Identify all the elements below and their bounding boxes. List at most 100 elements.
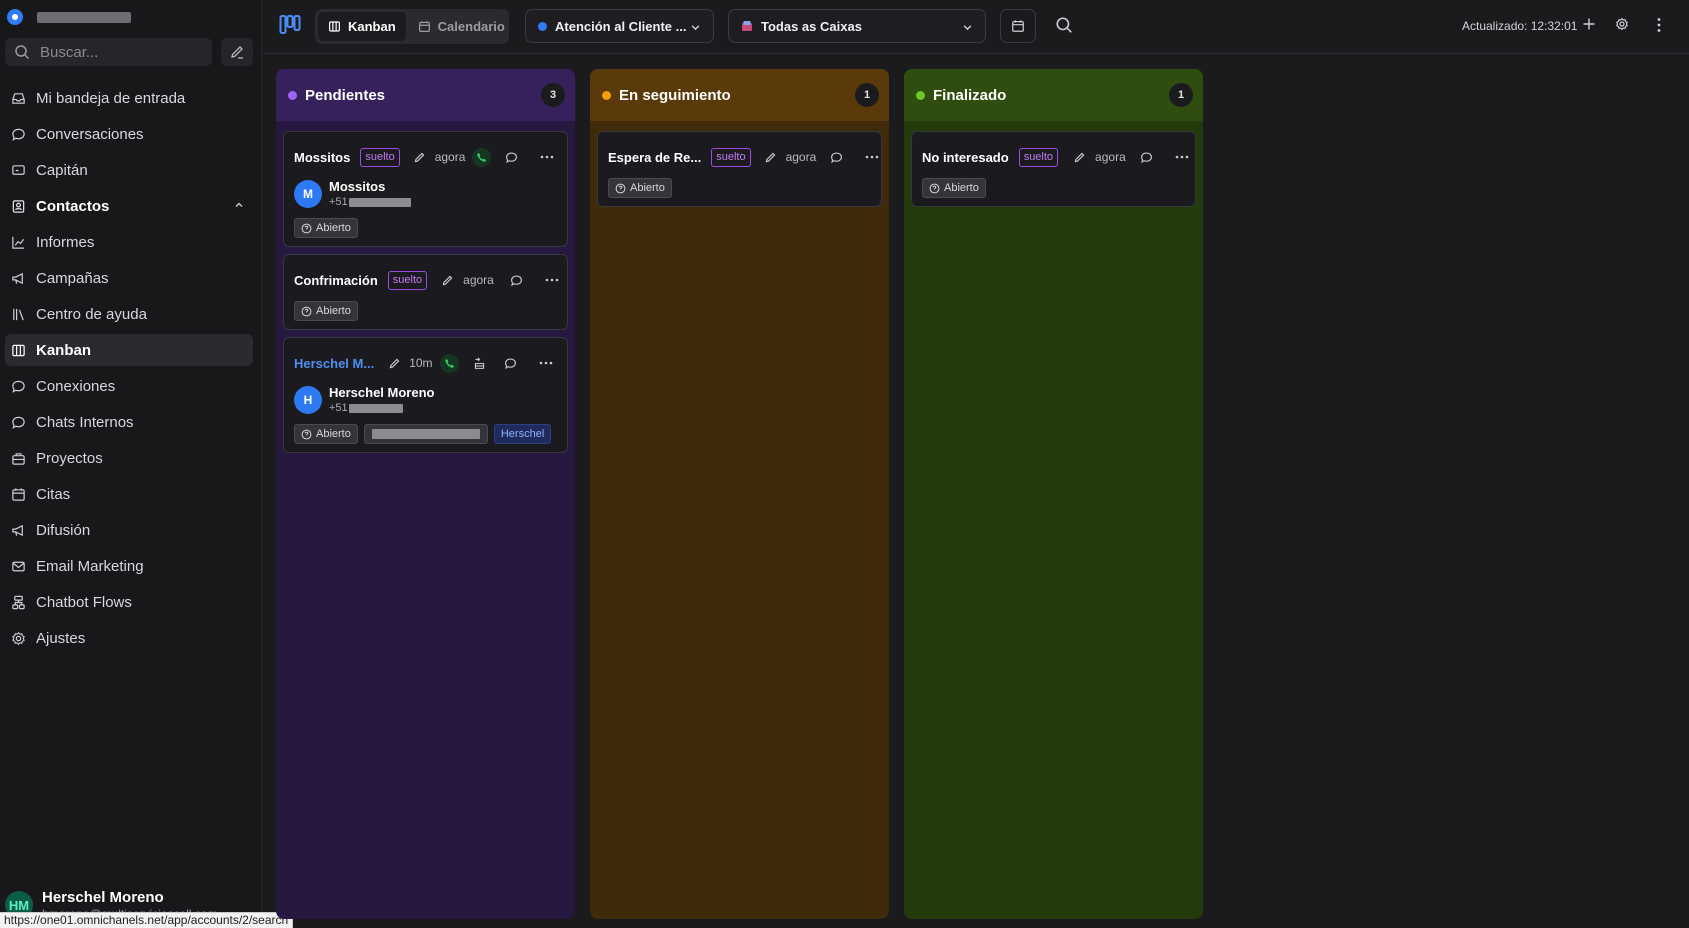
phone-redacted [348, 403, 403, 413]
card-time: 10m [409, 356, 433, 370]
pencil-icon[interactable] [388, 357, 401, 370]
kanban-card[interactable]: Espera de Re... suelto agora Abierto [597, 131, 882, 207]
sidebar-item-email-marketing[interactable]: Email Marketing [5, 550, 253, 582]
gear-icon[interactable] [1615, 17, 1629, 31]
last-updated-text: Actualizado: 12:32:01 [1462, 19, 1578, 33]
sidebar-item-help-center[interactable]: Centro de ayuda [5, 298, 253, 330]
inbox-icon [11, 91, 26, 106]
sidebar-item-label: Conexiones [36, 377, 116, 395]
chat-bubble-icon[interactable] [504, 357, 517, 370]
kanban-card[interactable]: Herschel M... 10m H Herschel Moreno +51 … [283, 337, 568, 453]
pencil-icon[interactable] [764, 151, 777, 164]
more-horizontal-icon[interactable] [539, 361, 553, 365]
search-icon[interactable] [1055, 16, 1073, 34]
more-horizontal-icon[interactable] [1175, 155, 1189, 159]
tag-badge[interactable]: suelto [1018, 147, 1059, 167]
phone-redacted [348, 197, 411, 207]
more-horizontal-icon[interactable] [865, 155, 879, 159]
compose-button[interactable] [221, 38, 253, 66]
column-header: Finalizado 1 [904, 69, 1203, 121]
chevron-up-icon[interactable] [234, 200, 244, 210]
sidebar-item-label: Mi bandeja de entrada [36, 89, 186, 107]
sidebar-item-captain[interactable]: Capitán [5, 154, 253, 186]
more-vertical-icon[interactable] [1656, 17, 1662, 33]
chat-bubble-icon[interactable] [1140, 151, 1153, 164]
search-box[interactable] [5, 38, 212, 66]
tag-badge[interactable]: suelto [711, 147, 751, 167]
sidebar-item-appointments[interactable]: Citas [5, 478, 253, 510]
contact-name: Herschel Moreno [329, 385, 435, 400]
sidebar-item-inbox[interactable]: Mi bandeja de entrada [5, 82, 253, 114]
search-input[interactable] [38, 42, 212, 62]
calendar-icon [418, 20, 431, 33]
sidebar-item-projects[interactable]: Proyectos [5, 442, 253, 474]
chat-bubble-icon[interactable] [510, 274, 523, 287]
account-switcher[interactable] [7, 8, 131, 26]
pencil-icon[interactable] [441, 274, 454, 287]
column-status-dot [916, 90, 925, 100]
phone-icon[interactable] [439, 353, 459, 373]
date-filter-button[interactable] [1000, 9, 1036, 43]
sidebar-item-internal-chats[interactable]: Chats Internos [5, 406, 253, 438]
card-header-row: Mossitos suelto agora [294, 146, 557, 168]
column-header: Pendientes 3 [276, 69, 575, 121]
inbox-select[interactable]: Todas as Caixas [728, 9, 986, 43]
card-badges: Abierto [294, 218, 358, 238]
card-title: Confrimación [294, 272, 378, 288]
sidebar-item-conversations[interactable]: Conversaciones [5, 118, 253, 150]
contact-name: Mossitos [329, 179, 386, 194]
broadcast-icon [11, 523, 26, 538]
chat-bubble-icon[interactable] [505, 151, 518, 164]
sidebar-item-label: Difusión [36, 521, 91, 539]
pencil-icon[interactable] [413, 151, 426, 164]
sidebar-item-contacts[interactable]: Contactos [5, 190, 253, 222]
sidebar-item-campaigns[interactable]: Campañas [5, 262, 253, 294]
topbar: Kanban Calendario Atención al Cliente ..… [262, 0, 1689, 54]
kanban-card[interactable]: No interesado suelto agora Abierto [911, 131, 1196, 207]
sidebar-item-connections[interactable]: Conexiones [5, 370, 253, 402]
avatar: M [294, 179, 322, 208]
kanban-card[interactable]: Mossitos suelto agora M Mossitos +51 Abi… [283, 131, 568, 247]
sidebar-item-reports[interactable]: Informes [5, 226, 253, 258]
card-time: agora [1095, 150, 1126, 164]
tag-badge[interactable]: suelto [360, 147, 400, 167]
tab-calendar[interactable]: Calendario [408, 12, 515, 41]
more-horizontal-icon[interactable] [545, 278, 559, 282]
pencil-icon[interactable] [1073, 151, 1086, 164]
sidebar-item-settings[interactable]: Ajustes [5, 622, 253, 654]
transfer-icon[interactable] [473, 356, 486, 370]
search-icon [14, 44, 30, 60]
more-horizontal-icon[interactable] [540, 155, 554, 159]
chat-bubble-icon [11, 127, 26, 142]
kanban-card[interactable]: Confrimación suelto agora Abierto [283, 254, 568, 330]
calendar-icon [1011, 19, 1025, 33]
card-badges: Abierto [608, 178, 672, 198]
status-label: Abierto [316, 305, 351, 317]
card-contact[interactable]: H Herschel Moreno +51 [294, 385, 434, 414]
sidebar-item-chatbot-flows[interactable]: Chatbot Flows [5, 586, 253, 618]
sidebar-item-label: Informes [36, 233, 95, 251]
phone-icon[interactable] [472, 147, 492, 167]
tag-badge[interactable]: suelto [387, 270, 428, 290]
card-title[interactable]: Herschel M... [294, 356, 374, 371]
status-badge: Abierto [294, 218, 358, 238]
kanban-column-en-seguimiento: En seguimiento 1 Espera de Re... suelto … [590, 69, 889, 919]
column-count-badge: 3 [541, 83, 565, 107]
column-status-dot [288, 90, 297, 100]
sidebar-item-kanban[interactable]: Kanban [5, 334, 253, 366]
chat-bubble-icon[interactable] [830, 151, 843, 164]
calendar-icon [11, 487, 26, 502]
card-header-row: No interesado suelto agora [922, 146, 1189, 168]
card-contact[interactable]: M Mossitos +51 [294, 179, 411, 208]
plus-icon[interactable] [1582, 17, 1596, 31]
sidebar-item-label: Email Marketing [36, 557, 144, 575]
chart-icon [11, 235, 26, 250]
help-circle-icon [301, 223, 312, 234]
tab-kanban[interactable]: Kanban [318, 12, 406, 41]
funnel-select[interactable]: Atención al Cliente ... [525, 9, 714, 43]
card-badges: Abierto Herschel [294, 424, 552, 444]
sidebar-item-broadcast[interactable]: Difusión [5, 514, 253, 546]
help-circle-icon [615, 183, 626, 194]
brand-logo-icon [7, 9, 23, 25]
tab-label: Calendario [437, 19, 505, 34]
